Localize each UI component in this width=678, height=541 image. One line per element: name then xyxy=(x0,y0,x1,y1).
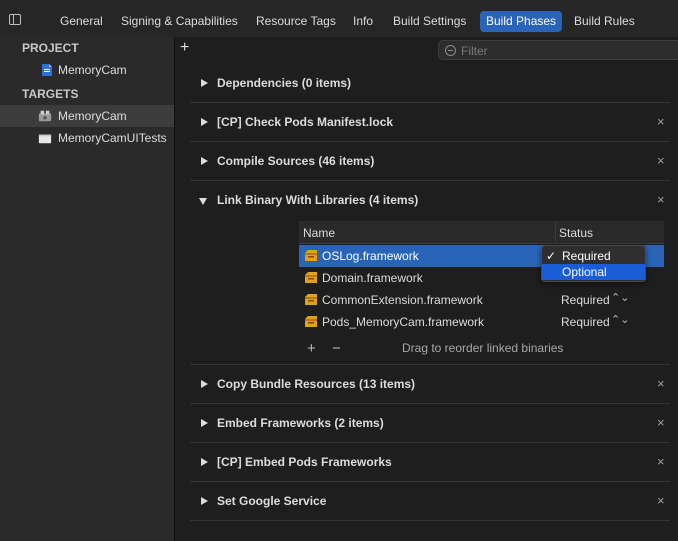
tab-build-rules[interactable]: Build Rules xyxy=(568,11,641,32)
sidebar-item-target-uitests[interactable]: MemoryCamUITests xyxy=(0,127,174,149)
phase-divider xyxy=(190,442,670,443)
status-dropdown-menu: ✓ Required Optional xyxy=(541,245,646,282)
add-library-button[interactable]: + xyxy=(307,340,316,357)
build-phases-editor: + Dependencies (0 items) [CP] Check Pods… xyxy=(175,37,678,541)
phase-set-google-service[interactable]: Set Google Service × xyxy=(175,491,678,513)
menu-item-label: Required xyxy=(562,249,611,263)
disclosure-triangle-icon[interactable] xyxy=(201,380,208,388)
tab-general[interactable]: General xyxy=(54,11,109,32)
remove-phase-icon[interactable]: × xyxy=(657,454,665,469)
remove-library-button[interactable]: − xyxy=(332,340,341,357)
status-popup[interactable]: Required xyxy=(561,293,610,307)
disclosure-triangle-icon[interactable] xyxy=(201,419,208,427)
disclosure-triangle-open-icon[interactable] xyxy=(199,198,207,205)
phase-embed-frameworks[interactable]: Embed Frameworks (2 items) × xyxy=(175,413,678,435)
tab-info[interactable]: Info xyxy=(347,11,379,32)
tab-signing-capabilities[interactable]: Signing & Capabilities xyxy=(115,11,244,32)
checkmark-icon: ✓ xyxy=(546,249,557,263)
framework-icon xyxy=(305,294,317,305)
phase-divider xyxy=(190,481,670,482)
remove-phase-icon[interactable]: × xyxy=(657,153,665,168)
menu-item-optional[interactable]: Optional xyxy=(542,264,645,280)
phase-divider xyxy=(190,403,670,404)
status-popup[interactable]: Required xyxy=(561,315,610,329)
framework-name: Domain.framework xyxy=(322,271,423,285)
sidebar-item-label: MemoryCam xyxy=(58,63,127,77)
framework-icon xyxy=(305,272,317,283)
phase-compile-sources[interactable]: Compile Sources (46 items) × xyxy=(175,151,678,173)
disclosure-triangle-icon[interactable] xyxy=(201,458,208,466)
phase-title: Dependencies (0 items) xyxy=(217,76,352,90)
sidebar-item-label: MemoryCamUITests xyxy=(58,131,167,145)
chevron-up-down-icon[interactable]: ⌃⌄ xyxy=(611,313,629,326)
project-file-icon xyxy=(42,64,52,76)
phase-title: Set Google Service xyxy=(217,494,327,508)
chevron-up-down-icon[interactable]: ⌃⌄ xyxy=(611,291,629,304)
targets-section-header: TARGETS xyxy=(22,87,79,101)
column-header-name[interactable]: Name xyxy=(303,226,335,240)
test-bundle-icon xyxy=(38,134,52,144)
phase-copy-bundle-resources[interactable]: Copy Bundle Resources (13 items) × xyxy=(175,374,678,396)
tab-build-settings[interactable]: Build Settings xyxy=(387,11,472,32)
table-header: Name Status xyxy=(299,221,664,244)
phase-divider xyxy=(190,520,670,521)
tab-build-phases[interactable]: Build Phases xyxy=(480,11,563,32)
disclosure-triangle-icon[interactable] xyxy=(201,497,208,505)
project-section-header: PROJECT xyxy=(22,41,79,55)
framework-icon xyxy=(305,250,317,261)
reorder-hint: Drag to reorder linked binaries xyxy=(402,341,564,355)
disclosure-triangle-icon[interactable] xyxy=(201,79,208,87)
table-row[interactable]: Pods_MemoryCam.framework Required ⌃⌄ xyxy=(299,311,664,333)
menu-item-required[interactable]: ✓ Required xyxy=(542,248,645,264)
menu-item-label: Optional xyxy=(562,265,607,279)
sidebar-item-label: MemoryCam xyxy=(58,109,127,123)
remove-phase-icon[interactable]: × xyxy=(657,376,665,391)
sidebar-item-project[interactable]: MemoryCam xyxy=(0,59,174,81)
phase-divider xyxy=(190,364,670,365)
table-row[interactable]: CommonExtension.framework Required ⌃⌄ xyxy=(299,289,664,311)
phase-divider xyxy=(190,180,670,181)
disclosure-triangle-icon[interactable] xyxy=(201,118,208,126)
phase-title: [CP] Check Pods Manifest.lock xyxy=(217,115,394,129)
filter-field[interactable] xyxy=(438,40,678,60)
framework-name: OSLog.framework xyxy=(322,249,419,263)
phase-divider xyxy=(190,141,670,142)
remove-phase-icon[interactable]: × xyxy=(657,114,665,129)
phase-embed-pods-frameworks[interactable]: [CP] Embed Pods Frameworks × xyxy=(175,452,678,474)
phase-title: Compile Sources (46 items) xyxy=(217,154,375,168)
remove-phase-icon[interactable]: × xyxy=(657,493,665,508)
project-navigator-sidebar: PROJECT MemoryCam TARGETS MemoryCam Memo… xyxy=(0,37,175,541)
disclosure-triangle-icon[interactable] xyxy=(201,157,208,165)
editor-tab-bar: General Signing & Capabilities Resource … xyxy=(0,0,678,38)
phase-title: [CP] Embed Pods Frameworks xyxy=(217,455,392,469)
phase-check-pods-manifest[interactable]: [CP] Check Pods Manifest.lock × xyxy=(175,112,678,134)
filter-input[interactable] xyxy=(459,42,678,60)
phase-divider xyxy=(190,102,670,103)
add-build-phase-button[interactable]: + xyxy=(180,39,189,57)
framework-name: Pods_MemoryCam.framework xyxy=(322,315,485,329)
app-target-icon xyxy=(38,110,52,122)
sidebar-toggle-icon[interactable] xyxy=(9,14,21,25)
phase-title: Link Binary With Libraries (4 items) xyxy=(217,193,419,207)
phase-title: Copy Bundle Resources (13 items) xyxy=(217,377,416,391)
phase-dependencies[interactable]: Dependencies (0 items) xyxy=(175,73,678,95)
remove-phase-icon[interactable]: × xyxy=(657,415,665,430)
sidebar-item-target-memorycam[interactable]: MemoryCam xyxy=(0,105,174,127)
tab-resource-tags[interactable]: Resource Tags xyxy=(250,11,342,32)
column-header-status[interactable]: Status xyxy=(559,226,593,240)
phase-link-binary[interactable]: Link Binary With Libraries (4 items) × xyxy=(175,190,678,212)
framework-icon xyxy=(305,316,317,327)
phase-title: Embed Frameworks (2 items) xyxy=(217,416,384,430)
framework-name: CommonExtension.framework xyxy=(322,293,483,307)
remove-phase-icon[interactable]: × xyxy=(657,192,665,207)
filter-icon xyxy=(445,45,456,56)
column-divider xyxy=(555,221,556,243)
